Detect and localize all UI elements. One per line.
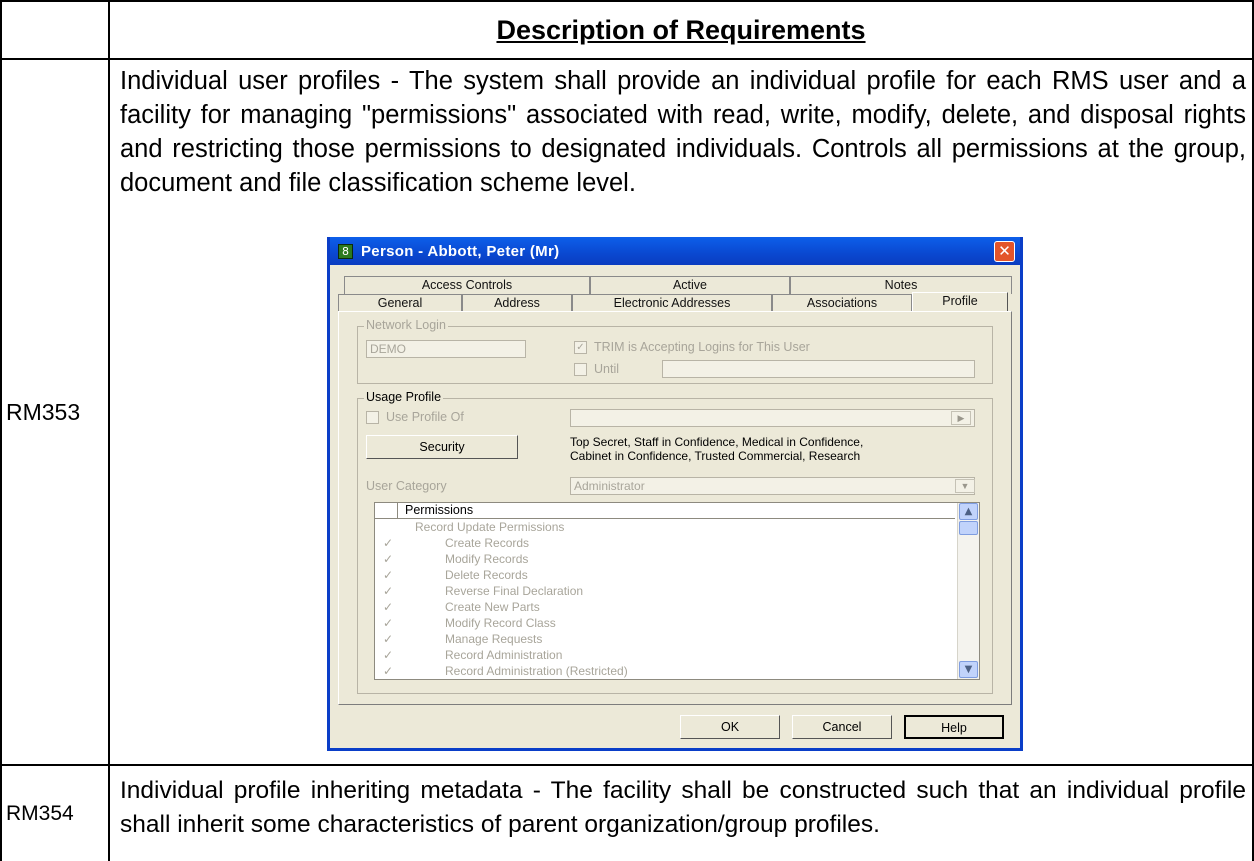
check-icon: ✓ <box>383 568 394 582</box>
scroll-up-icon[interactable]: ▲ <box>959 503 978 520</box>
tab-associations[interactable]: Associations <box>772 294 912 312</box>
permission-label: Record Administration (Restricted) <box>445 664 628 678</box>
check-icon: ✓ <box>383 600 394 614</box>
id-header-cell <box>0 0 110 60</box>
chevron-down-icon[interactable]: ▼ <box>955 479 975 493</box>
use-profile-checkbox[interactable] <box>366 411 379 424</box>
folder-icon[interactable]: ▶ <box>951 411 971 425</box>
requirement-id: RM353 <box>0 58 110 766</box>
permission-label: Delete Records <box>445 568 528 582</box>
until-date-field[interactable] <box>662 360 975 378</box>
check-icon: ✓ <box>383 536 394 550</box>
list-item[interactable]: Record Update Permissions <box>375 520 955 536</box>
list-item[interactable]: ✓ Modify Records <box>375 552 955 568</box>
ok-button[interactable]: OK <box>680 715 780 739</box>
table-header: Description of Requirements <box>496 14 866 45</box>
requirement-text: Individual user profiles - The system sh… <box>120 67 1246 197</box>
requirement-id: RM354 <box>0 764 110 861</box>
tab-profile[interactable]: Profile <box>912 292 1008 312</box>
use-profile-label: Use Profile Of <box>386 410 464 424</box>
permission-label: Record Update Permissions <box>415 520 565 534</box>
header-row: Description of Requirements <box>0 0 1254 60</box>
help-button[interactable]: Help <box>904 715 1004 739</box>
security-button[interactable]: Security <box>366 435 518 459</box>
permission-label: Reverse Final Declaration <box>445 584 584 598</box>
table-row: RM354 Individual profile inheriting meta… <box>0 764 1254 861</box>
requirement-text: Individual profile inheriting metadata -… <box>120 777 1246 838</box>
header-cell: Description of Requirements <box>108 0 1254 60</box>
dialog-titlebar[interactable]: 8 Person - Abbott, Peter (Mr) ✕ <box>330 237 1020 265</box>
permission-label: Modify Record Class <box>445 616 556 630</box>
list-item[interactable]: ✓ Reverse Final Declaration <box>375 584 955 600</box>
scroll-down-icon[interactable]: ▼ <box>959 661 978 678</box>
dialog-title: Person - Abbott, Peter (Mr) <box>361 242 560 260</box>
permission-label: Modify Records <box>445 552 529 566</box>
tab-address[interactable]: Address <box>462 294 572 312</box>
tab-strip: Access Controls Active Notes General Add… <box>338 274 1012 312</box>
tab-row-front: General Address Electronic Addresses Ass… <box>338 292 1008 312</box>
permission-label: Manage Requests <box>445 632 543 646</box>
until-label: Until <box>594 362 620 376</box>
app-icon: 8 <box>338 243 353 259</box>
permissions-scrollbar[interactable]: ▲ ▼ <box>957 503 979 679</box>
check-icon: ✓ <box>383 664 394 678</box>
cancel-button[interactable]: Cancel <box>792 715 892 739</box>
list-item[interactable]: ✓ Record Administration <box>375 648 955 664</box>
accepting-logins-checkbox[interactable]: ✓ <box>574 341 587 354</box>
security-levels-line1: Top Secret, Staff in Confidence, Medical… <box>570 435 864 449</box>
permissions-header: Permissions <box>375 503 955 519</box>
permission-label: Create Records <box>445 536 530 550</box>
check-icon: ✓ <box>383 648 394 662</box>
requirement-cell: Individual profile inheriting metadata -… <box>108 764 1254 861</box>
permission-label: Create New Parts <box>445 600 540 614</box>
login-name-field[interactable]: DEMO <box>366 340 526 358</box>
user-category-label: User Category <box>366 479 447 493</box>
check-icon: ✓ <box>383 632 394 646</box>
tab-access-controls[interactable]: Access Controls <box>344 276 590 294</box>
permission-label: Record Administration <box>445 648 563 662</box>
check-icon: ✓ <box>383 584 394 598</box>
security-levels-line2: Cabinet in Confidence, Trusted Commercia… <box>570 449 861 463</box>
security-levels-text: Top Secret, Staff in Confidence, Medical… <box>570 435 863 463</box>
list-item[interactable]: ✓ Create New Parts <box>375 600 955 616</box>
use-profile-field[interactable]: ▶ <box>570 409 975 427</box>
list-item[interactable]: ✓ Modify Record Class <box>375 616 955 632</box>
list-item[interactable]: ✓ Create Records <box>375 536 955 552</box>
tab-active[interactable]: Active <box>590 276 790 294</box>
network-login-group: Network Login DEMO ✓ TRIM is Accepting L… <box>357 318 993 384</box>
check-icon: ✓ <box>383 616 394 630</box>
person-dialog: 8 Person - Abbott, Peter (Mr) ✕ Access C… <box>327 237 1023 751</box>
accepting-logins-label: TRIM is Accepting Logins for This User <box>594 340 810 354</box>
until-checkbox[interactable] <box>574 363 587 376</box>
network-login-label: Network Login <box>364 318 448 332</box>
permissions-header-label: Permissions <box>405 503 474 517</box>
list-item[interactable]: ✓ Record Administration (Restricted) <box>375 664 955 679</box>
close-icon[interactable]: ✕ <box>994 241 1015 262</box>
permissions-list[interactable]: Permissions Record Update Permissions ✓ Cr… <box>374 502 980 680</box>
usage-profile-label: Usage Profile <box>364 390 444 404</box>
check-icon: ✓ <box>383 552 394 566</box>
header-divider <box>397 503 398 519</box>
scroll-thumb[interactable] <box>959 521 978 535</box>
list-item[interactable]: ✓ Delete Records <box>375 568 955 584</box>
tab-electronic-addresses[interactable]: Electronic Addresses <box>572 294 772 312</box>
list-item[interactable]: ✓ Manage Requests <box>375 632 955 648</box>
tab-general[interactable]: General <box>338 294 462 312</box>
user-category-select[interactable]: Administrator <box>570 477 975 495</box>
